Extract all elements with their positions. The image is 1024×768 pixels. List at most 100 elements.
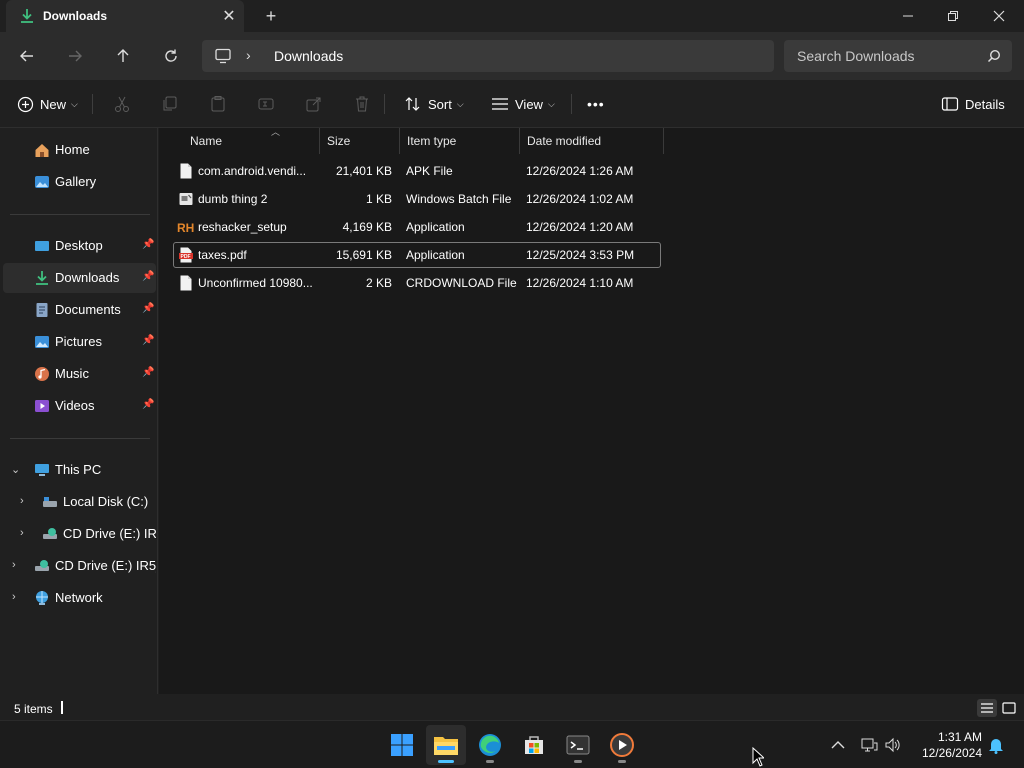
file-date: 12/26/2024 1:02 AM xyxy=(526,192,634,206)
file-date: 12/26/2024 1:10 AM xyxy=(526,276,634,290)
pin-icon[interactable]: 📌 xyxy=(142,271,154,285)
minimize-button[interactable] xyxy=(885,0,931,32)
new-tab-button[interactable]: + xyxy=(260,5,282,27)
sort-button[interactable]: Sort ⌵ xyxy=(404,92,464,116)
details-view-toggle[interactable] xyxy=(977,699,997,717)
svg-text:RH: RH xyxy=(177,221,194,235)
clock-time: 1:31 AM xyxy=(937,730,982,744)
pin-icon[interactable]: 📌 xyxy=(142,335,154,349)
table-row[interactable]: RH reshacker_setup 4,169 KB Application … xyxy=(174,215,660,239)
sidebar-item-gallery[interactable]: Gallery xyxy=(3,167,156,197)
download-icon xyxy=(21,9,33,23)
chevron-right-icon[interactable]: › xyxy=(246,47,251,63)
taskbar-edge[interactable] xyxy=(470,725,510,765)
pin-icon[interactable]: 📌 xyxy=(142,399,154,413)
tiles-view-toggle[interactable] xyxy=(999,699,1019,717)
desktop-icon xyxy=(35,241,49,251)
network-status-button[interactable] xyxy=(859,735,879,755)
close-button[interactable] xyxy=(976,0,1022,32)
text-caret xyxy=(61,701,63,714)
table-row[interactable]: Unconfirmed 10980... 2 KB CRDOWNLOAD Fil… xyxy=(174,271,660,295)
sidebar-item-documents[interactable]: Documents 📌 xyxy=(3,295,156,325)
scissors-icon xyxy=(113,95,131,113)
pin-icon[interactable]: 📌 xyxy=(142,367,154,381)
restore-button[interactable] xyxy=(930,0,976,32)
clock[interactable]: 1:31 AM 12/26/2024 xyxy=(912,729,982,761)
sidebar-item-label: Gallery xyxy=(55,174,97,189)
chevron-down-icon: ⌵ xyxy=(456,98,464,109)
delete-button[interactable] xyxy=(353,92,377,116)
tab-close-icon[interactable]: ✕ xyxy=(220,7,238,25)
chevron-right-icon[interactable]: › xyxy=(20,495,32,507)
cd-drive-icon xyxy=(35,560,49,571)
forward-button[interactable] xyxy=(61,42,89,70)
tab-downloads[interactable]: Downloads ✕ xyxy=(6,0,244,32)
column-header-date[interactable]: Date modified xyxy=(520,128,664,154)
taskbar-store[interactable] xyxy=(514,725,554,765)
new-button[interactable]: New ⌵ xyxy=(16,92,78,116)
more-options-button[interactable]: ••• xyxy=(587,92,605,116)
speaker-icon xyxy=(885,737,900,753)
sidebar-item-local-disk[interactable]: › Local Disk (C:) xyxy=(3,487,156,517)
column-header-size[interactable]: Size xyxy=(320,128,400,154)
volume-button[interactable] xyxy=(883,735,903,755)
chevron-right-icon[interactable]: › xyxy=(12,591,24,603)
cut-button[interactable] xyxy=(113,92,137,116)
file-size: 2 KB xyxy=(365,276,392,290)
breadcrumb-downloads[interactable]: Downloads xyxy=(274,48,343,64)
taskbar-file-explorer[interactable] xyxy=(426,725,466,765)
paste-button[interactable] xyxy=(209,92,233,116)
sidebar-item-downloads[interactable]: Downloads 📌 xyxy=(3,263,156,293)
plus-circle-icon xyxy=(16,95,34,113)
table-row[interactable]: PDF taxes.pdf 15,691 KB Application 12/2… xyxy=(173,242,661,268)
file-date: 12/26/2024 1:20 AM xyxy=(526,220,634,234)
videos-icon xyxy=(35,400,49,412)
taskbar-media-player[interactable] xyxy=(602,725,642,765)
back-button[interactable] xyxy=(13,42,41,70)
view-button[interactable]: View ⌵ xyxy=(491,92,555,116)
sidebar-item-videos[interactable]: Videos 📌 xyxy=(3,391,156,421)
search-icon[interactable] xyxy=(987,49,1001,63)
arrow-left-icon xyxy=(20,50,33,62)
mouse-cursor-icon xyxy=(752,747,764,767)
search-box[interactable] xyxy=(784,40,1012,72)
sidebar-item-music[interactable]: Music 📌 xyxy=(3,359,156,389)
sidebar-item-label: Network xyxy=(55,590,103,605)
file-name: reshacker_setup xyxy=(198,220,287,234)
taskbar-terminal[interactable] xyxy=(558,725,598,765)
view-label: View xyxy=(515,96,543,112)
rename-button[interactable] xyxy=(257,92,281,116)
refresh-button[interactable] xyxy=(157,42,185,70)
sidebar-item-network[interactable]: › Network xyxy=(3,583,156,613)
file-size: 4,169 KB xyxy=(342,220,392,234)
sidebar-item-home[interactable]: Home xyxy=(3,135,156,165)
sidebar-item-this-pc[interactable]: ⌄ This PC xyxy=(3,455,156,485)
share-button[interactable] xyxy=(305,92,329,116)
column-header-type[interactable]: Item type xyxy=(400,128,520,154)
table-row[interactable]: com.android.vendi... 21,401 KB APK File … xyxy=(174,159,660,183)
chevron-right-icon[interactable]: › xyxy=(20,527,32,539)
sidebar-item-pictures[interactable]: Pictures 📌 xyxy=(3,327,156,357)
show-hidden-icons-button[interactable] xyxy=(828,735,848,755)
sidebar-item-desktop[interactable]: Desktop 📌 xyxy=(3,231,156,261)
notifications-button[interactable] xyxy=(986,735,1006,755)
start-button[interactable] xyxy=(382,725,422,765)
store-icon xyxy=(525,736,543,754)
restore-icon xyxy=(948,11,958,21)
file-type: Application xyxy=(406,248,465,262)
sidebar-item-cd-drive[interactable]: › CD Drive (E:) IR5_C xyxy=(3,519,156,549)
sidebar-item-cd-drive-root[interactable]: › CD Drive (E:) IR5_CC xyxy=(3,551,156,581)
pin-icon[interactable]: 📌 xyxy=(142,239,154,253)
details-button[interactable]: Details xyxy=(941,92,1005,116)
home-icon xyxy=(35,144,49,157)
address-bar[interactable]: › Downloads xyxy=(202,40,774,72)
chevron-right-icon[interactable]: › xyxy=(12,559,24,571)
table-row[interactable]: dumb thing 2 1 KB Windows Batch File 12/… xyxy=(174,187,660,211)
search-input[interactable] xyxy=(784,40,1012,72)
up-button[interactable] xyxy=(109,42,137,70)
pin-icon[interactable]: 📌 xyxy=(142,303,154,317)
details-label: Details xyxy=(965,96,1005,112)
chevron-down-icon[interactable]: ⌄ xyxy=(11,463,23,476)
copy-button[interactable] xyxy=(161,92,185,116)
column-header-name[interactable]: ︿ Name xyxy=(183,127,320,154)
